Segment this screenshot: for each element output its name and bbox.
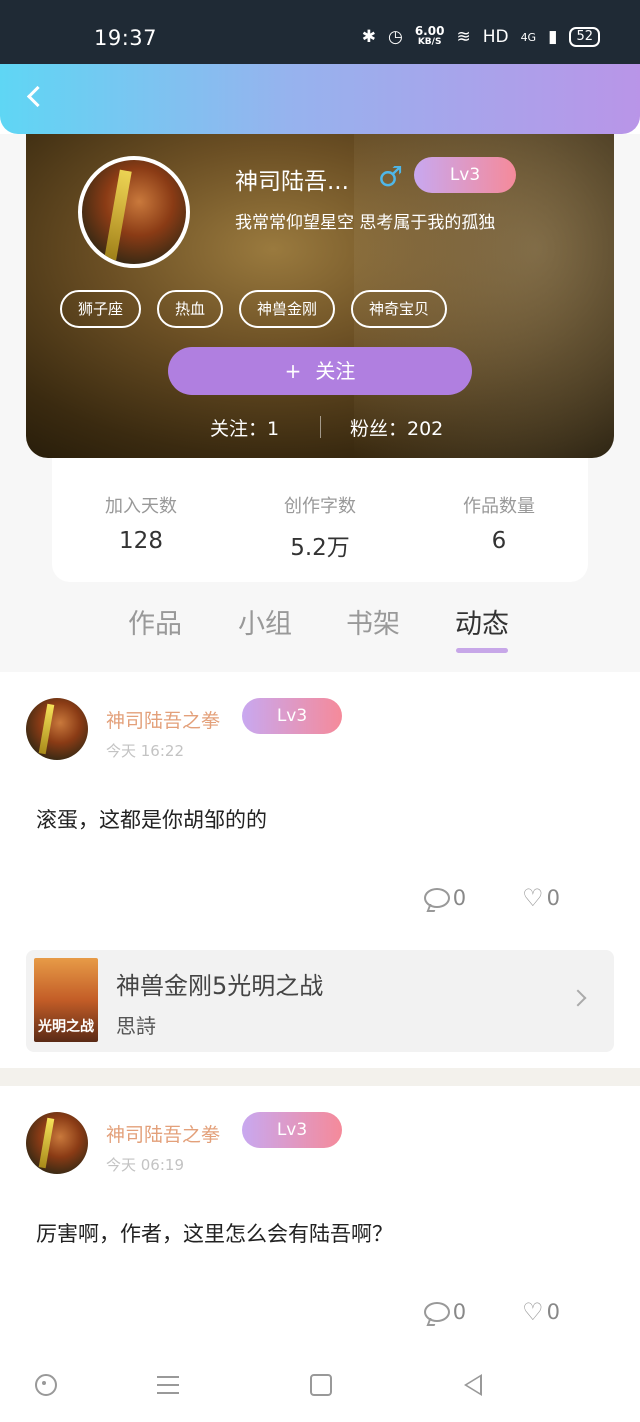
header-bar bbox=[0, 64, 640, 134]
like-count: 0 bbox=[546, 1300, 560, 1324]
book-cover: 光明之战 bbox=[34, 958, 98, 1042]
counts-divider bbox=[320, 416, 321, 438]
tab-works[interactable]: 作品 bbox=[128, 602, 182, 641]
tab-groups[interactable]: 小组 bbox=[238, 602, 292, 641]
profile-tags: 狮子座 热血 神兽金刚 神奇宝贝 bbox=[60, 290, 448, 328]
plus-icon: + bbox=[284, 359, 302, 383]
male-icon: ♂ bbox=[378, 160, 404, 193]
level-badge: Lv3 bbox=[414, 157, 516, 193]
like-button[interactable]: ♡ 0 bbox=[522, 1300, 560, 1324]
profile-avatar[interactable] bbox=[78, 156, 190, 268]
stat-value: 5.2万 bbox=[290, 535, 350, 561]
book-title: 神兽金刚5光明之战 bbox=[116, 972, 324, 1000]
follow-counts: 关注：1 粉丝：202 bbox=[26, 412, 614, 444]
stats-card: 加入天数 128 创作字数 5.2万 作品数量 6 bbox=[52, 458, 588, 582]
network-speed-value: 6.00 bbox=[414, 24, 445, 38]
comment-button[interactable]: 0 bbox=[423, 1300, 467, 1324]
post-content: 厉害啊，作者，这里怎么会有陆吾啊？ bbox=[36, 1222, 393, 1246]
follow-button[interactable]: + 关注 bbox=[168, 347, 472, 395]
tab-active-indicator bbox=[456, 648, 508, 653]
post-separator bbox=[0, 1068, 640, 1086]
signal-icon: ▮ bbox=[548, 27, 558, 47]
post-avatar[interactable] bbox=[26, 1112, 88, 1174]
like-count: 0 bbox=[546, 886, 560, 910]
post-time: 今天 06:19 bbox=[106, 1156, 184, 1174]
post-author[interactable]: 神司陆吾之拳 bbox=[106, 706, 220, 733]
tab-bookshelf[interactable]: 书架 bbox=[346, 602, 400, 641]
post-content: 滚蛋，这都是你胡邹的的 bbox=[36, 808, 267, 832]
battery-icon: 52 bbox=[569, 27, 600, 47]
back-triangle-icon[interactable] bbox=[458, 1370, 488, 1400]
book-cover-text: 光明之战 bbox=[38, 1019, 94, 1035]
post-avatar[interactable] bbox=[26, 698, 88, 760]
status-icons: ✱ ◷ 6.00 KB/S ≋ HD 4G ▮ 52 bbox=[361, 24, 600, 48]
book-card[interactable]: 光明之战 神兽金刚5光明之战 思詩 bbox=[26, 950, 614, 1052]
stat-word-count: 创作字数 5.2万 bbox=[231, 492, 409, 562]
tab-activity[interactable]: 动态 bbox=[455, 602, 509, 641]
heart-icon: ♡ bbox=[522, 884, 544, 912]
bluetooth-icon: ✱ bbox=[361, 27, 376, 47]
heart-icon: ♡ bbox=[522, 1298, 544, 1326]
post-author[interactable]: 神司陆吾之拳 bbox=[106, 1120, 220, 1147]
post-item: 神司陆吾之拳 Lv3 今天 16:22 滚蛋，这都是你胡邹的的 0 ♡ 0 光明… bbox=[0, 672, 640, 1068]
signal-label: 4G bbox=[520, 30, 537, 44]
following-count[interactable]: 关注：1 bbox=[210, 414, 279, 441]
post-actions: 0 ♡ 0 bbox=[423, 886, 560, 910]
stat-label: 创作字数 bbox=[284, 496, 356, 517]
post-actions: 0 ♡ 0 bbox=[423, 1300, 560, 1324]
tag-item[interactable]: 狮子座 bbox=[60, 290, 142, 328]
post-time: 今天 16:22 bbox=[106, 742, 184, 760]
book-author: 思詩 bbox=[116, 1014, 156, 1038]
back-button[interactable] bbox=[16, 78, 52, 114]
profile-bio: 我常常仰望星空 思考属于我的孤独 bbox=[235, 213, 496, 233]
status-bar: 19:37 ✱ ◷ 6.00 KB/S ≋ HD 4G ▮ 52 bbox=[0, 0, 640, 64]
alarm-icon: ◷ bbox=[387, 27, 403, 47]
tag-item[interactable]: 神奇宝贝 bbox=[351, 290, 448, 328]
fans-count[interactable]: 粉丝：202 bbox=[350, 414, 443, 441]
profile-username: 神司陆吾... bbox=[235, 169, 349, 195]
tag-item[interactable]: 热血 bbox=[157, 290, 224, 328]
like-button[interactable]: ♡ 0 bbox=[522, 886, 560, 910]
chevron-right-icon bbox=[569, 989, 587, 1007]
post-item: 神司陆吾之拳 Lv3 今天 06:19 厉害啊，作者，这里怎么会有陆吾啊？ 0 … bbox=[0, 1086, 640, 1350]
post-level-badge: Lv3 bbox=[242, 1112, 342, 1148]
comment-count: 0 bbox=[452, 1300, 467, 1324]
comment-icon bbox=[423, 1302, 450, 1322]
network-speed-unit: KB/S bbox=[417, 37, 442, 47]
comment-count: 0 bbox=[452, 886, 467, 910]
network-speed: 6.00 KB/S bbox=[414, 24, 445, 48]
post-level-badge: Lv3 bbox=[242, 698, 342, 734]
hd-label: HD bbox=[482, 27, 509, 47]
comment-icon bbox=[423, 888, 450, 908]
profile-tabs: 作品 小组 书架 动态 bbox=[0, 598, 640, 672]
system-nav-bar bbox=[0, 1350, 640, 1422]
home-circle-icon[interactable] bbox=[31, 1370, 61, 1400]
wifi-icon: ≋ bbox=[456, 27, 471, 47]
stat-label: 作品数量 bbox=[463, 496, 535, 517]
menu-icon[interactable] bbox=[154, 1370, 184, 1400]
stat-works-count: 作品数量 6 bbox=[410, 492, 588, 554]
profile-card: 神司陆吾... ♂ Lv3 我常常仰望星空 思考属于我的孤独 狮子座 热血 神兽… bbox=[26, 110, 614, 458]
recent-apps-icon[interactable] bbox=[306, 1370, 336, 1400]
stat-value: 128 bbox=[119, 528, 163, 554]
stat-label: 加入天数 bbox=[105, 496, 177, 517]
comment-button[interactable]: 0 bbox=[423, 886, 467, 910]
stat-value: 6 bbox=[491, 528, 507, 554]
stat-join-days: 加入天数 128 bbox=[52, 492, 230, 554]
tag-item[interactable]: 神兽金刚 bbox=[239, 290, 336, 328]
follow-button-label: 关注 bbox=[315, 359, 356, 383]
status-time: 19:37 bbox=[94, 26, 158, 50]
